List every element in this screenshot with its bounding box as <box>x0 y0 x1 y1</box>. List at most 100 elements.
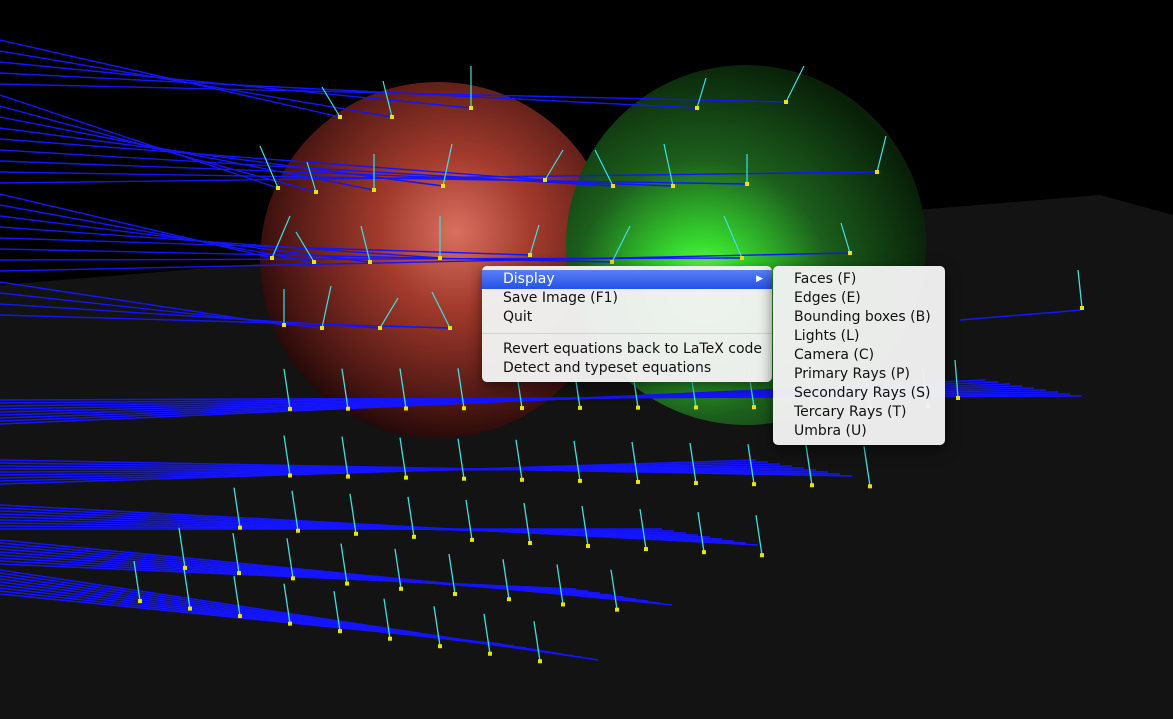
hit-marker <box>438 644 442 649</box>
hit-marker <box>694 405 698 410</box>
menu-item-revert-equations[interactable]: Revert equations back to LaTeX code <box>482 340 772 359</box>
display-submenu: Faces (F) Edges (E) Bounding boxes (B) L… <box>773 266 945 445</box>
hit-marker <box>345 581 349 586</box>
hit-marker <box>399 586 403 591</box>
hit-marker <box>636 479 640 484</box>
menu-item-quit[interactable]: Quit <box>482 308 772 327</box>
submenu-item-primary-rays[interactable]: Primary Rays (P) <box>773 365 945 384</box>
hit-marker <box>752 405 756 410</box>
hit-marker <box>671 184 675 188</box>
menu-item-label: Save Image (F1) <box>503 290 618 306</box>
submenu-item-tercary-rays[interactable]: Tercary Rays (T) <box>773 403 945 422</box>
hit-marker <box>237 571 241 576</box>
hit-marker <box>338 115 342 119</box>
submenu-item-label: Umbra (U) <box>794 423 867 439</box>
hit-marker <box>488 651 492 656</box>
hit-marker <box>438 256 442 260</box>
hit-marker <box>760 553 764 558</box>
hit-marker <box>338 629 342 634</box>
hit-marker <box>695 106 699 110</box>
hit-marker <box>848 251 852 255</box>
submenu-item-label: Tercary Rays (T) <box>794 404 907 420</box>
menu-item-detect-typeset[interactable]: Detect and typeset equations <box>482 359 772 378</box>
hit-marker <box>320 326 324 330</box>
hit-marker <box>470 537 474 542</box>
hit-marker <box>694 481 698 486</box>
hit-marker <box>354 531 358 536</box>
menu-item-label: Quit <box>503 309 533 325</box>
hit-marker <box>636 405 640 410</box>
submenu-arrow-icon: ▶ <box>756 274 763 284</box>
hit-marker <box>314 190 318 194</box>
hit-marker <box>561 602 565 607</box>
hit-marker <box>528 253 532 257</box>
hit-marker <box>291 576 295 581</box>
hit-marker <box>270 256 274 260</box>
hit-marker <box>372 188 376 192</box>
hit-marker <box>868 484 872 489</box>
hit-marker <box>469 106 473 110</box>
menu-item-save-image[interactable]: Save Image (F1) <box>482 289 772 308</box>
hit-marker <box>368 260 372 264</box>
submenu-item-bounding-boxes[interactable]: Bounding boxes (B) <box>773 308 945 327</box>
context-menu: Display ▶ Save Image (F1) Quit Revert eq… <box>482 266 772 382</box>
submenu-item-lights[interactable]: Lights (L) <box>773 327 945 346</box>
hit-marker <box>752 482 756 487</box>
menu-item-display[interactable]: Display ▶ <box>482 270 772 289</box>
menu-item-label: Revert equations back to LaTeX code <box>503 341 763 357</box>
hit-marker <box>441 184 445 188</box>
hit-marker <box>578 405 582 410</box>
hit-marker <box>378 326 382 330</box>
primary-ray <box>0 72 698 109</box>
hit-marker <box>538 659 542 664</box>
submenu-item-faces[interactable]: Faces (F) <box>773 270 945 289</box>
hit-marker <box>462 476 466 481</box>
hit-marker <box>288 406 292 411</box>
hit-marker <box>183 565 187 570</box>
hit-marker <box>388 636 392 641</box>
hit-marker <box>528 540 532 545</box>
hit-marker <box>282 323 286 327</box>
hit-marker <box>586 544 590 549</box>
hit-marker <box>644 547 648 552</box>
menu-item-label: Detect and typeset equations <box>503 360 712 376</box>
hit-marker <box>543 178 547 182</box>
hit-marker <box>346 406 350 411</box>
hit-marker <box>412 534 416 539</box>
hit-marker <box>390 115 394 119</box>
hit-marker <box>956 396 960 400</box>
menu-separator <box>482 333 772 334</box>
hit-marker <box>745 182 749 186</box>
hit-marker <box>448 326 452 330</box>
hit-marker <box>875 170 879 174</box>
hit-marker <box>404 475 408 480</box>
hit-marker <box>288 473 292 478</box>
hit-marker <box>138 599 142 604</box>
hit-marker <box>276 186 280 190</box>
hit-marker <box>462 406 466 411</box>
primary-ray <box>0 50 393 118</box>
hit-marker <box>615 607 619 612</box>
hit-marker <box>404 406 408 411</box>
submenu-item-label: Secondary Rays (S) <box>794 385 931 401</box>
primary-ray <box>0 193 273 259</box>
submenu-item-camera[interactable]: Camera (C) <box>773 346 945 365</box>
hit-marker <box>611 184 615 188</box>
hit-marker <box>702 550 706 555</box>
hit-marker <box>784 100 788 104</box>
secondary-ray <box>259 145 279 189</box>
hit-marker <box>346 474 350 479</box>
hit-marker <box>238 525 242 530</box>
hit-marker <box>1080 306 1084 310</box>
submenu-item-label: Faces (F) <box>794 271 857 287</box>
submenu-item-edges[interactable]: Edges (E) <box>773 289 945 308</box>
hit-marker <box>507 597 511 602</box>
hit-marker <box>578 478 582 483</box>
submenu-item-umbra[interactable]: Umbra (U) <box>773 422 945 441</box>
hit-marker <box>740 256 744 260</box>
submenu-item-secondary-rays[interactable]: Secondary Rays (S) <box>773 384 945 403</box>
submenu-item-label: Bounding boxes (B) <box>794 309 931 325</box>
submenu-item-label: Primary Rays (P) <box>794 366 910 382</box>
hit-marker <box>610 260 614 264</box>
menu-item-label: Display <box>503 271 555 287</box>
